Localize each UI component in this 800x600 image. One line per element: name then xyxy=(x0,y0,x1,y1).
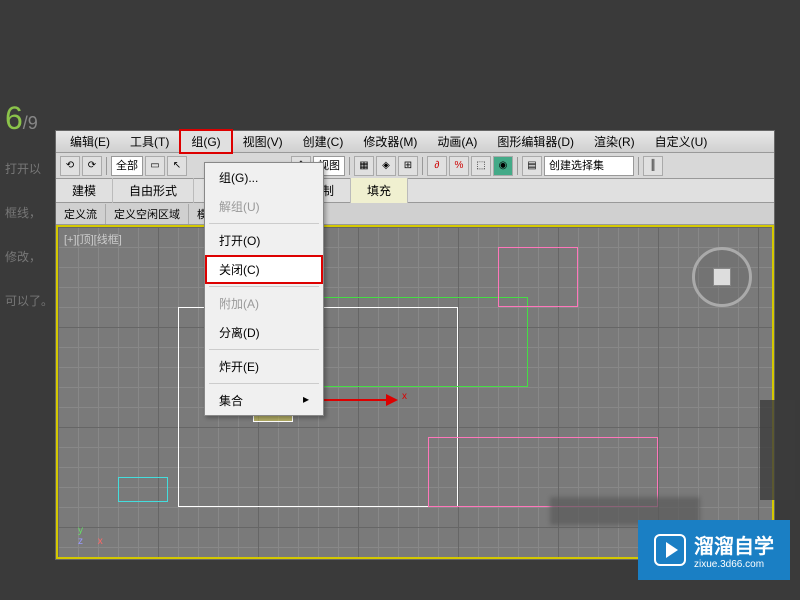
ribbon-tabs: 建模 自由形式 绘制 填充 xyxy=(56,179,774,203)
desc-line-3: 修改， xyxy=(5,245,53,269)
desc-line-4: 可以了。 xyxy=(5,289,53,313)
select-icon[interactable]: ▭ xyxy=(145,156,165,176)
menu-view[interactable]: 视图(V) xyxy=(233,131,293,152)
desc-line-1: 打开以 xyxy=(5,157,53,181)
menu-separator xyxy=(209,383,319,384)
tab-freeform[interactable]: 自由形式 xyxy=(113,178,194,203)
gizmo-x-label: x xyxy=(402,391,407,402)
desc-line-2: 框线， xyxy=(5,201,53,225)
menu-item-close[interactable]: 关闭(C) xyxy=(205,255,323,284)
object-pink-rect-1[interactable] xyxy=(498,247,578,307)
snap-angle-icon[interactable]: ∂ xyxy=(427,156,447,176)
unlink-icon[interactable]: ⟳ xyxy=(82,156,102,176)
axis-x-label: x xyxy=(98,536,103,547)
sub-toolbar: 定义流 定义空闲区域 模拟 xyxy=(56,203,774,225)
menu-group[interactable]: 组(G) xyxy=(179,129,232,154)
separator xyxy=(638,157,639,175)
object-cyan-rect[interactable] xyxy=(118,477,168,502)
axis-y-label: y xyxy=(78,525,103,536)
named-sel-icon[interactable]: ▤ xyxy=(522,156,542,176)
cursor-icon[interactable]: ↖ xyxy=(167,156,187,176)
separator xyxy=(106,157,107,175)
sub-flow[interactable]: 定义流 xyxy=(56,204,106,224)
link-icon[interactable]: ⟲ xyxy=(60,156,80,176)
menu-item-open[interactable]: 打开(O) xyxy=(205,226,323,255)
play-logo-icon xyxy=(654,534,686,566)
side-panel-shadow xyxy=(760,400,795,500)
main-toolbar: ⟲ ⟳ 全部 ▭ ↖ ✥ 视图 ▦ ◈ ⊞ ∂ % ⬚ ◉ ▤ 创建选择集 ║ xyxy=(56,153,774,179)
menu-item-group[interactable]: 组(G)... xyxy=(205,163,323,192)
separator xyxy=(422,157,423,175)
mirror-icon[interactable]: ║ xyxy=(643,156,663,176)
viewport-label[interactable]: [+][顶][线框] xyxy=(64,231,122,247)
main-app-window: 编辑(E) 工具(T) 组(G) 视图(V) 创建(C) 修改器(M) 动画(A… xyxy=(55,130,775,560)
menu-item-detach[interactable]: 分离(D) xyxy=(205,318,323,347)
menu-create[interactable]: 创建(C) xyxy=(293,131,354,152)
menu-tools[interactable]: 工具(T) xyxy=(120,131,179,152)
spinner-icon[interactable]: ⬚ xyxy=(471,156,491,176)
watermark: 溜溜自学 zixue.3d66.com xyxy=(638,520,790,580)
tool-icon-3[interactable]: ⊞ xyxy=(398,156,418,176)
menu-modifier[interactable]: 修改器(M) xyxy=(353,131,427,152)
selection-set-dropdown[interactable]: 创建选择集 xyxy=(544,156,634,176)
watermark-brand: 溜溜自学 xyxy=(694,536,774,558)
separator xyxy=(517,157,518,175)
tab-fill[interactable]: 填充 xyxy=(351,178,408,203)
axis-z-label: z xyxy=(78,536,83,547)
viewcube-face-icon[interactable] xyxy=(713,268,731,286)
menu-render[interactable]: 渲染(R) xyxy=(584,131,645,152)
menu-edit[interactable]: 编辑(E) xyxy=(60,131,120,152)
snap-percent-icon[interactable]: % xyxy=(449,156,469,176)
tool-icon-1[interactable]: ▦ xyxy=(354,156,374,176)
menu-separator xyxy=(209,223,319,224)
tab-model[interactable]: 建模 xyxy=(56,178,113,203)
menubar: 编辑(E) 工具(T) 组(G) 视图(V) 创建(C) 修改器(M) 动画(A… xyxy=(56,131,774,153)
snap-toggle-icon[interactable]: ◉ xyxy=(493,156,513,176)
menu-item-ungroup: 解组(U) xyxy=(205,192,323,221)
viewcube[interactable] xyxy=(692,247,752,307)
menu-custom[interactable]: 自定义(U) xyxy=(645,131,718,152)
step-number: 6 xyxy=(5,100,23,136)
group-dropdown-menu: 组(G)... 解组(U) 打开(O) 关闭(C) 附加(A) 分离(D) 炸开… xyxy=(204,162,324,416)
menu-item-attach: 附加(A) xyxy=(205,289,323,318)
menu-separator xyxy=(209,349,319,350)
menu-separator xyxy=(209,286,319,287)
axis-indicator: y z x xyxy=(78,525,103,547)
tool-icon-2[interactable]: ◈ xyxy=(376,156,396,176)
step-total: /9 xyxy=(23,113,38,133)
sub-area[interactable]: 定义空闲区域 xyxy=(106,204,189,224)
separator xyxy=(349,157,350,175)
gizmo-x-arrow-icon[interactable] xyxy=(386,394,398,406)
object-green-rect[interactable] xyxy=(308,297,528,387)
filter-dropdown[interactable]: 全部 xyxy=(111,156,143,176)
menu-graph[interactable]: 图形编辑器(D) xyxy=(487,131,584,152)
menu-anim[interactable]: 动画(A) xyxy=(427,131,487,152)
menu-item-explode[interactable]: 炸开(E) xyxy=(205,352,323,381)
watermark-url: zixue.3d66.com xyxy=(694,559,774,570)
menu-item-assembly[interactable]: 集合 xyxy=(205,386,323,415)
